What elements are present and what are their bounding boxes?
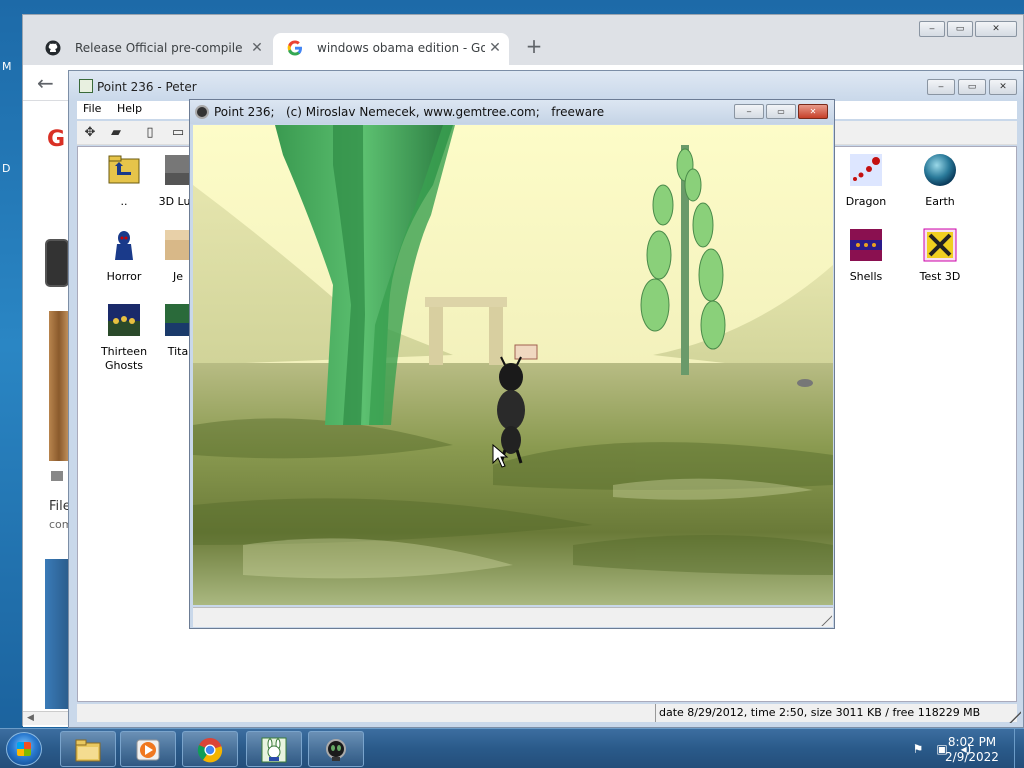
folder-icon (75, 739, 101, 762)
resize-grip-icon[interactable] (1009, 709, 1021, 723)
folder-up-icon (108, 155, 140, 184)
taskbar-explorer[interactable] (60, 731, 116, 767)
chrome-icon (197, 738, 223, 763)
media-player-icon (136, 739, 160, 761)
peter-statusbar: date 8/29/2012, time 2:50, size 3011 KB … (77, 704, 1017, 722)
taskbar-peter[interactable] (246, 731, 302, 767)
horror-icon (115, 231, 133, 260)
chrome-tabstrip: Release Official pre-compiled ins ✕ wind… (23, 15, 1023, 65)
desktop-text-m: M (2, 60, 12, 73)
tab-label: Release Official pre-compiled ins (75, 41, 243, 55)
new-file-icon[interactable]: ▯ (141, 124, 159, 142)
open-folder-icon[interactable]: ▰ (107, 124, 125, 142)
google-icon (287, 40, 302, 56)
game-statusbar (193, 607, 833, 627)
taskbar: ⚑ ▣ ◂) 8:02 PM 2/9/2022 (0, 728, 1024, 768)
start-button[interactable] (6, 732, 42, 766)
test-3d-icon (923, 228, 957, 262)
taskbar-point236[interactable] (308, 731, 364, 767)
folder-icon[interactable]: ▭ (169, 124, 187, 142)
image-icon (51, 471, 63, 481)
peter-app-icon (79, 79, 93, 93)
resize-grip-icon[interactable] (820, 614, 832, 626)
run-icon[interactable]: ✥ (81, 124, 99, 142)
dragon-icon (850, 154, 882, 186)
tab-windows-obama-edition[interactable]: windows obama edition - Google ✕ (273, 33, 509, 65)
chrome-window-controls: ‒ ▭ ✕ (919, 21, 1017, 37)
menu-file[interactable]: File (83, 102, 101, 115)
tab-label: windows obama edition - Google (317, 41, 485, 55)
close-button[interactable]: ✕ (798, 104, 828, 119)
file-label: Shells (849, 270, 883, 283)
taskbar-chrome[interactable] (182, 731, 238, 767)
action-center-flag-icon[interactable]: ⚑ (910, 741, 926, 757)
earth-icon (924, 154, 956, 186)
minimize-button[interactable]: ‒ (919, 21, 945, 37)
result-thumbnail[interactable] (49, 311, 69, 461)
taskbar-media-player[interactable] (120, 731, 176, 767)
close-button[interactable]: ✕ (975, 21, 1017, 37)
tab-close-icon[interactable]: ✕ (249, 33, 265, 63)
signpost (514, 344, 538, 360)
game-titlebar[interactable]: Point 236; (c) Miroslav Nemecek, www.gem… (190, 100, 834, 124)
file-item-shells[interactable]: Shells (826, 228, 906, 284)
point236-app-icon (195, 105, 209, 119)
clock[interactable]: 8:02 PM 2/9/2022 (932, 735, 1012, 765)
maximize-button[interactable]: ▭ (766, 104, 796, 119)
result-thumbnail[interactable] (45, 559, 69, 709)
tab-release-official[interactable]: Release Official pre-compiled ins ✕ (31, 33, 271, 65)
menu-help[interactable]: Help (117, 102, 142, 115)
clock-time: 8:02 PM (947, 735, 997, 749)
horizontal-scrollbar[interactable]: ◀ (23, 711, 71, 725)
game-window: Point 236; (c) Miroslav Nemecek, www.gem… (189, 99, 835, 629)
game-window-controls: ‒ ▭ ✕ (734, 104, 828, 119)
window-title: Point 236 - Peter (97, 80, 197, 94)
result-thumbnail[interactable] (45, 239, 69, 287)
github-icon (45, 40, 61, 56)
file-label: Test 3D (919, 270, 961, 283)
desktop-text-d: D (2, 162, 11, 175)
file-item-dragon[interactable]: Dragon (826, 153, 906, 209)
point236-icon (326, 739, 346, 761)
peter-titlebar[interactable]: Point 236 - Peter ‒ ▭ ✕ (69, 71, 1023, 101)
file-label: Earth (925, 195, 955, 208)
close-button[interactable]: ✕ (989, 79, 1017, 95)
window-title: Point 236; (c) Miroslav Nemecek, www.gem… (214, 105, 605, 119)
new-tab-button[interactable]: + (523, 35, 545, 59)
show-desktop-button[interactable] (1014, 729, 1024, 768)
maximize-button[interactable]: ▭ (947, 21, 973, 37)
file-label: Dragon (845, 195, 887, 208)
file-item-earth[interactable]: Earth (900, 153, 980, 209)
google-logo-fragment: G (47, 127, 66, 152)
maximize-button[interactable]: ▭ (958, 79, 986, 95)
peter-window-controls: ‒ ▭ ✕ (927, 79, 1017, 95)
status-text: date 8/29/2012, time 2:50, size 3011 KB … (655, 704, 980, 722)
minimize-button[interactable]: ‒ (734, 104, 764, 119)
minimize-button[interactable]: ‒ (927, 79, 955, 95)
clock-date: 2/9/2022 (945, 750, 999, 764)
game-viewport[interactable] (193, 125, 833, 605)
thirteen-ghosts-icon (108, 304, 140, 336)
tab-close-icon[interactable]: ✕ (487, 33, 503, 63)
shells-icon (850, 229, 882, 261)
rock (797, 379, 813, 387)
file-item-test-3d[interactable]: Test 3D (900, 228, 980, 284)
peter-rabbit-icon (261, 737, 287, 763)
windows-logo-icon (17, 742, 31, 756)
back-arrow-icon[interactable]: ← (37, 71, 54, 95)
